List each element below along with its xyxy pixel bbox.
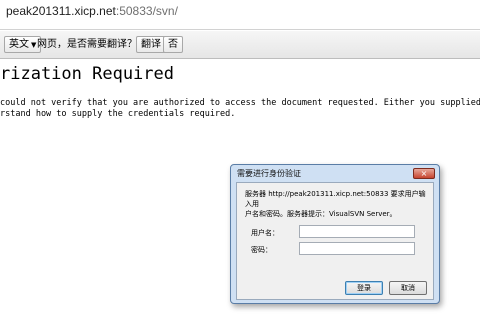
translate-question: 网页，是否需要翻译？	[37, 39, 137, 50]
cancel-button[interactable]: 取消	[389, 281, 427, 295]
page-title: rization Required	[0, 64, 174, 84]
close-button[interactable]: ×	[413, 168, 435, 179]
dialog-title: 需要进行身份验证	[237, 169, 301, 178]
close-icon: ×	[420, 169, 428, 178]
page-text-line-2: rstand how to supply the credentials req…	[0, 109, 236, 119]
auth-dialog: 需要进行身份验证 × 服务器 http://peak201311.xicp.ne…	[230, 164, 440, 304]
language-select-label: 英文	[9, 39, 29, 50]
language-select[interactable]: 英文 ▼	[4, 36, 42, 53]
username-label: 用户名：	[251, 229, 279, 237]
chevron-down-icon: ▼	[31, 41, 37, 49]
login-button[interactable]: 登录	[345, 281, 383, 295]
url-host: peak201311.xicp.net	[6, 4, 116, 18]
password-label: 密码：	[251, 246, 272, 254]
url-path: :50833/svn/	[115, 4, 178, 18]
url-text[interactable]: peak201311.xicp.net:50833/svn/	[6, 4, 178, 18]
page-text-line-1: could not verify that you are authorized…	[0, 98, 480, 108]
dialog-body: 服务器 http://peak201311.xicp.net:50833 要求用…	[236, 182, 434, 300]
translate-bar: 英文 ▼ 网页，是否需要翻译？ 翻译 否	[0, 31, 480, 59]
translate-button[interactable]: 翻译	[136, 36, 166, 53]
password-field[interactable]	[299, 242, 415, 255]
dialog-message: 服务器 http://peak201311.xicp.net:50833 要求用…	[245, 190, 426, 218]
no-translate-button[interactable]: 否	[163, 36, 183, 53]
address-bar[interactable]: peak201311.xicp.net:50833/svn/	[0, 0, 480, 30]
page-body-text: could not verify that you are authorized…	[0, 98, 480, 120]
username-field[interactable]	[299, 225, 415, 238]
